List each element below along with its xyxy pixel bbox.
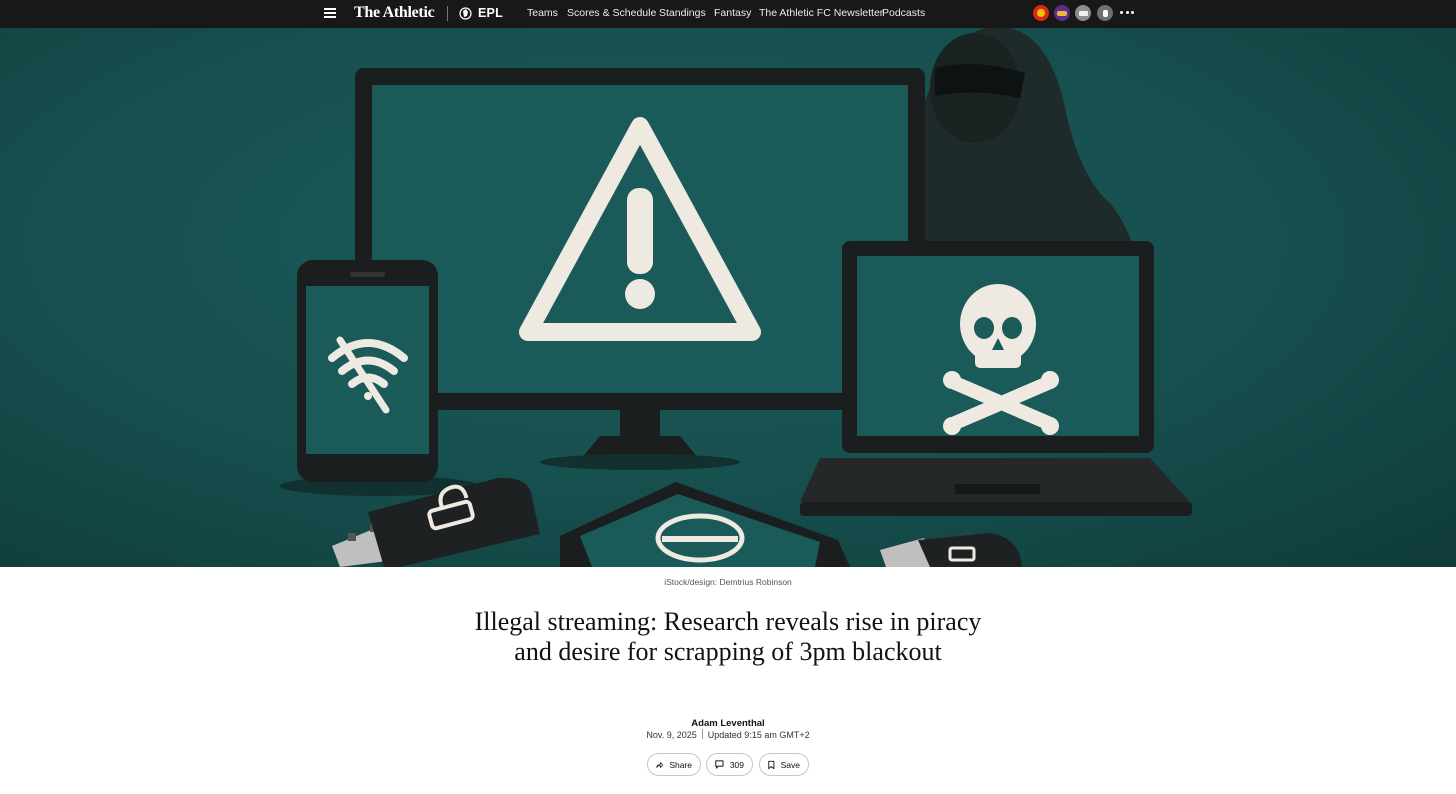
share-label: Share [669, 759, 692, 770]
author-byline[interactable]: Adam Leventhal [0, 718, 1456, 729]
laptop [800, 241, 1192, 516]
arsenal-logo[interactable] [1075, 5, 1091, 21]
premier-league-lion-icon[interactable] [459, 6, 472, 21]
article-headline: Illegal streaming: Research reveals rise… [474, 607, 982, 666]
hooded-figure [900, 28, 1140, 268]
date-divider [701, 729, 703, 739]
liverpool-logo[interactable] [1054, 5, 1070, 21]
nav-divider [447, 6, 448, 21]
manchester-united-logo[interactable] [1033, 5, 1049, 21]
bookmark-icon [768, 760, 775, 769]
site-logo[interactable]: The Athletic [354, 4, 435, 22]
hero-image [0, 28, 1456, 567]
top-nav-bar: The Athletic EPL Teams Scores & Schedule… [0, 0, 1456, 28]
comments-button[interactable]: 309 [706, 753, 753, 776]
tottenham-logo[interactable] [1097, 5, 1113, 21]
save-label: Save [780, 759, 800, 770]
nav-link-standings[interactable]: Standings [659, 7, 706, 19]
share-button[interactable]: Share [647, 753, 701, 776]
more-options-icon[interactable] [1120, 11, 1134, 15]
image-caption: iStock/design: Demtrius Robinson [664, 577, 792, 587]
nav-link-fantasy[interactable]: Fantasy [714, 7, 751, 19]
share-arrow-icon [656, 761, 664, 768]
league-label[interactable]: EPL [478, 6, 503, 20]
article-dateline: Nov. 9, 2025 Updated 9:15 am GMT+2 [0, 729, 1456, 741]
comment-bubble-icon [715, 760, 724, 769]
nav-link-podcasts[interactable]: Podcasts [882, 7, 925, 19]
usb-drive-right [880, 533, 1022, 567]
updated-time: Updated 9:15 am GMT+2 [707, 730, 810, 740]
nav-link-teams[interactable]: Teams [527, 7, 558, 19]
publish-date: Nov. 9, 2025 [646, 730, 697, 740]
nav-link-scores-schedule[interactable]: Scores & Schedule [567, 7, 656, 19]
nav-link-newsletter[interactable]: The Athletic FC Newsletter [759, 7, 883, 19]
comments-count: 309 [729, 759, 744, 770]
hamburger-menu-icon[interactable] [324, 8, 336, 18]
save-button[interactable]: Save [759, 753, 809, 776]
